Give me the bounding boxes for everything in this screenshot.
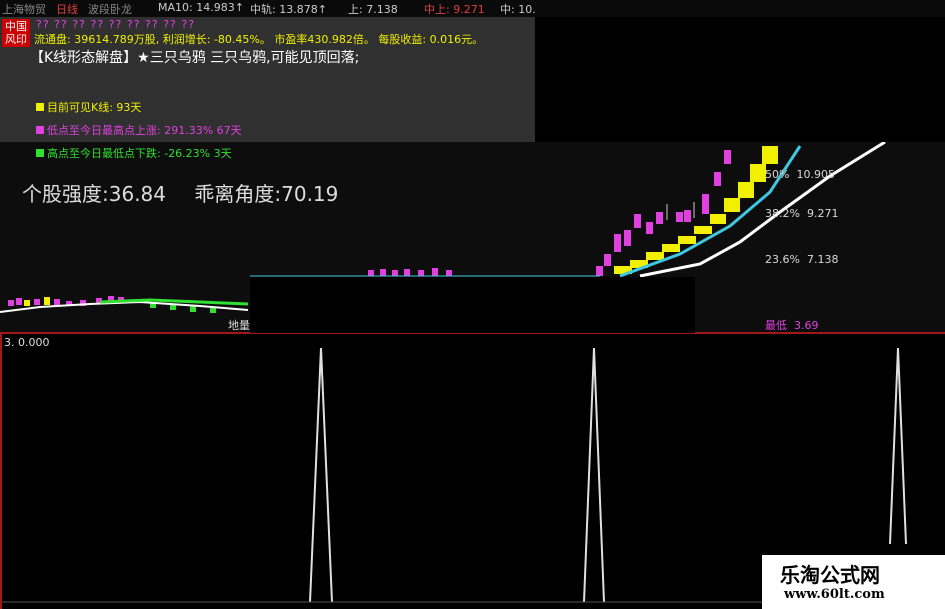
profit-growth-label: 利润增长:	[162, 33, 211, 46]
fundamentals-row: 流通盘: 39614.789万股, 利润增长: -80.45%。 市盈率430.…	[34, 33, 484, 46]
strength-label: 个股强度:	[22, 182, 109, 206]
lowest-price-label: 最低 3.69	[765, 317, 819, 333]
visible-k-label: 目前可见K线:	[47, 101, 113, 114]
low-to-high-label: 低点至今日最高点上涨:	[47, 124, 161, 137]
yellow-square-icon	[36, 103, 44, 111]
chart-overlay-block	[250, 277, 695, 333]
high-to-low-value: -26.23% 3天	[164, 147, 232, 160]
middle-candles	[368, 268, 452, 276]
pattern-analysis: 【K线形态解盘】★三只乌鸦 三只乌鸦,可能见顶回落;	[30, 50, 360, 66]
fib-level-23: 23.6% 7.138	[765, 253, 838, 266]
stock-name[interactable]: 上海物贸	[2, 1, 46, 17]
strength-row: 个股强度:36.84 乖离角度:70.19	[22, 178, 338, 207]
top-status-bar: 上海物贸 日线 波段卧龙 MA10: 14.983↑ 中轨: 13.878↑ 上…	[0, 0, 945, 17]
mid-upper-readout: 中上: 9.271	[424, 3, 485, 16]
strength-value: 36.84	[108, 182, 167, 206]
spike-3	[889, 347, 907, 545]
angle-value: 70.19	[281, 182, 339, 206]
mid-readout: 中: 10.	[500, 3, 536, 16]
fib-pct: 50%	[765, 168, 790, 181]
green-square-icon	[36, 149, 44, 157]
profit-growth-value: -80.45%	[213, 33, 260, 46]
fib-price: 7.138	[806, 253, 839, 266]
pe-value: 430.982倍	[307, 33, 364, 46]
fib-price: 10.905	[796, 168, 835, 181]
pe-label: 市盈率	[274, 33, 308, 46]
visible-k-value: 93天	[116, 101, 142, 114]
watermark-url: www.60lt.com	[784, 587, 885, 602]
watermark-title: 乐淘公式网	[780, 563, 880, 587]
float-shares-value: 39614.789万股	[74, 33, 156, 46]
lowest-value: 3.69	[794, 319, 819, 332]
logo-line1: 中国	[5, 20, 27, 33]
high-to-low-row: 高点至今日最低点下跌: -26.23% 3天	[36, 145, 232, 161]
low-to-high-value: 291.33% 67天	[164, 124, 242, 137]
upper-readout: 上: 7.138	[348, 3, 398, 16]
pink-square-icon	[36, 126, 44, 134]
ground-volume-label: 地量	[228, 319, 250, 332]
fib-price: 9.271	[806, 207, 839, 220]
high-to-low-label: 高点至今日最低点下跌:	[47, 147, 161, 160]
spike-2	[583, 347, 605, 603]
yellow-band	[614, 146, 778, 274]
eps-label: 每股收益:	[378, 33, 427, 46]
low-to-high-row: 低点至今日最高点上涨: 291.33% 67天	[36, 122, 242, 138]
lowest-text: 最低	[765, 319, 787, 332]
mid-track-readout: 中轨: 13.878↑	[250, 3, 327, 16]
pink-indicator-row: ?? ?? ?? ?? ?? ?? ?? ?? ??	[36, 18, 196, 31]
spike-1	[309, 347, 333, 603]
fib-pct: 38.2%	[765, 207, 800, 220]
period-label[interactable]: 日线	[56, 1, 78, 17]
ma10-readout: MA10: 14.983↑	[158, 1, 244, 14]
logo-line2: 风印	[5, 33, 27, 46]
fib-level-50: 50% 10.905	[765, 168, 835, 181]
angle-label: 乖离角度:	[194, 182, 282, 206]
indicator-name[interactable]: 波段卧龙	[88, 1, 132, 17]
logo: 中国 风印	[2, 19, 30, 47]
watermark: 乐淘公式网 www.60lt.com	[762, 555, 945, 609]
fib-level-38: 38.2% 9.271	[765, 207, 838, 220]
fib-pct: 23.6%	[765, 253, 800, 266]
visible-k-row: 目前可见K线: 93天	[36, 99, 141, 115]
float-shares-label: 流通盘:	[34, 33, 71, 46]
eps-value: 0.016元	[429, 33, 473, 46]
